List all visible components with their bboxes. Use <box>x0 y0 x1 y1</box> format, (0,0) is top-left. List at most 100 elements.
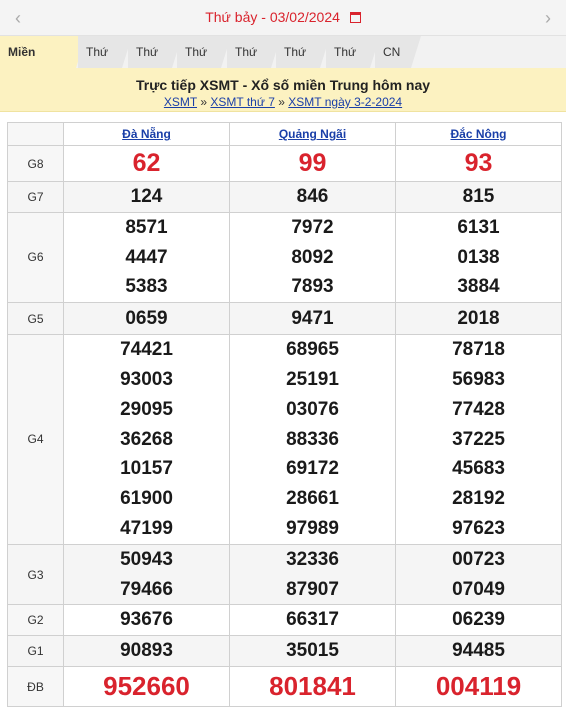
lottery-number: 93 <box>464 148 493 177</box>
breadcrumb-xsmt-thu-7[interactable]: XSMT thứ 7 <box>210 95 275 109</box>
result-cell: 93676 <box>63 604 230 637</box>
lottery-number: 68965 <box>286 339 339 361</box>
lottery-number: 93003 <box>120 368 173 390</box>
chevron-right-icon[interactable]: › <box>538 8 558 28</box>
result-cell: 6131 0138 3884 <box>395 211 562 304</box>
result-cell: 952660 <box>63 666 230 707</box>
lottery-number: 77428 <box>452 398 505 420</box>
prize-row-g6: G6 8571 4447 5383 7972 8092 7893 6131 0138 3884 <box>7 211 562 304</box>
results-table: Đà Nẵng Quảng Ngãi Đắc Nông G8 62 99 93 G7 12… <box>7 122 562 707</box>
lottery-number: 03076 <box>286 398 339 420</box>
prize-row-g1: G1 90893 35015 94485 <box>7 635 562 668</box>
province-link[interactable]: Quảng Ngãi <box>279 127 346 141</box>
tab-thu-3[interactable]: Thứ 3 <box>128 36 182 91</box>
lottery-number: 79466 <box>120 578 173 600</box>
result-cell: 99 <box>229 145 396 182</box>
lottery-number: 07049 <box>452 578 505 600</box>
lottery-number: 801841 <box>269 670 356 701</box>
breadcrumb-separator: » <box>278 95 285 109</box>
lottery-number: 97623 <box>452 517 505 539</box>
province-header-quang-ngai: Quảng Ngãi <box>229 122 396 146</box>
prize-label: G8 <box>7 145 64 182</box>
tab-thu-4[interactable]: Thứ 4 <box>177 36 231 91</box>
lottery-number: 6131 <box>457 216 500 238</box>
lottery-number: 61900 <box>120 488 173 510</box>
lottery-number: 28661 <box>286 488 339 510</box>
lottery-number: 124 <box>130 186 163 207</box>
lottery-number: 815 <box>462 186 495 207</box>
tab-thu-7[interactable]: Thứ 7 <box>326 36 380 91</box>
lottery-number: 87907 <box>286 578 339 600</box>
page-banner: Trực tiếp XSMT - Xổ số miền Trung hôm na… <box>0 68 566 112</box>
lottery-number: 93676 <box>120 609 173 631</box>
lottery-number: 004119 <box>435 670 522 701</box>
lottery-number: 846 <box>296 186 329 207</box>
lottery-number: 0138 <box>457 246 500 268</box>
breadcrumb-xsmt[interactable]: XSMT <box>164 95 197 109</box>
date-display[interactable]: Thứ bảy - 03/02/2024 <box>0 9 566 25</box>
prize-row-g2: G2 93676 66317 06239 <box>7 604 562 637</box>
lottery-number: 94485 <box>452 640 505 662</box>
lottery-number: 5383 <box>125 276 168 298</box>
result-cell: 2018 <box>395 302 562 336</box>
result-cell: 74421 93003 29095 36268 10157 61900 47199 <box>63 334 230 545</box>
lottery-number: 29095 <box>120 398 173 420</box>
lottery-number: 47199 <box>120 517 173 539</box>
prize-row-g3: G3 50943 79466 32336 87907 00723 07049 <box>7 543 562 606</box>
province-header-da-nang: Đà Nẵng <box>63 122 230 146</box>
prize-row-g5: G5 0659 9471 2018 <box>7 302 562 336</box>
result-cell: 7972 8092 7893 <box>229 211 396 304</box>
tab-thu-6[interactable]: Thứ 6 <box>276 36 330 91</box>
prize-row-g8: G8 62 99 93 <box>7 145 562 182</box>
lottery-number: 99 <box>298 148 327 177</box>
result-cell: 66317 <box>229 604 396 637</box>
result-cell: 00723 07049 <box>395 543 562 606</box>
lottery-number: 66317 <box>286 609 339 631</box>
province-link[interactable]: Đà Nẵng <box>122 127 171 141</box>
tab-mien-trung[interactable]: Miền trung <box>0 36 86 91</box>
lottery-number: 97989 <box>286 517 339 539</box>
prize-row-đb: ĐB 952660 801841 004119 <box>7 666 562 707</box>
lottery-number: 0659 <box>125 307 168 329</box>
tab-thu-5[interactable]: Thứ 5 <box>227 36 281 91</box>
lottery-number: 69172 <box>286 458 339 480</box>
lottery-number: 952660 <box>103 670 190 701</box>
prize-label: G2 <box>7 604 64 637</box>
result-cell: 78718 56983 77428 37225 45683 28192 97623 <box>395 334 562 545</box>
lottery-number: 7972 <box>291 216 334 238</box>
lottery-number: 45683 <box>452 458 505 480</box>
province-header-dac-nong: Đắc Nông <box>395 122 562 146</box>
breadcrumb-xsmt-date[interactable]: XSMT ngày 3-2-2024 <box>288 95 402 109</box>
lottery-number: 74421 <box>120 339 173 361</box>
result-cell: 06239 <box>395 604 562 637</box>
lottery-number: 90893 <box>120 640 173 662</box>
date-value: 03/02/2024 <box>269 9 340 25</box>
result-cell: 004119 <box>395 666 562 707</box>
tab-thu-2[interactable]: Thứ 2 <box>78 36 132 91</box>
lottery-number: 78718 <box>452 339 505 361</box>
prize-label: G1 <box>7 635 64 668</box>
prize-label: ĐB <box>7 666 64 707</box>
prize-label: G4 <box>7 334 64 545</box>
lottery-number: 8571 <box>125 216 168 238</box>
lottery-number: 28192 <box>452 488 505 510</box>
day-of-week: Thứ bảy <box>205 9 258 25</box>
prize-row-g7: G7 124 846 815 <box>7 181 562 213</box>
lottery-number: 62 <box>132 148 161 177</box>
date-separator: - <box>261 9 266 25</box>
calendar-icon[interactable] <box>349 12 361 23</box>
result-cell: 35015 <box>229 635 396 668</box>
lottery-number: 8092 <box>291 246 334 268</box>
result-cell: 8571 4447 5383 <box>63 211 230 304</box>
prize-label: G5 <box>7 302 64 336</box>
prize-label: G3 <box>7 543 64 606</box>
result-cell: 90893 <box>63 635 230 668</box>
lottery-number: 36268 <box>120 428 173 450</box>
lottery-number: 3884 <box>457 276 500 298</box>
province-link[interactable]: Đắc Nông <box>450 127 506 141</box>
prize-row-g4: G4 74421 93003 29095 36268 10157 61900 47199 689… <box>7 334 562 545</box>
result-cell: 50943 79466 <box>63 543 230 606</box>
result-cell: 68965 25191 03076 88336 69172 28661 97989 <box>229 334 396 545</box>
tab-chu-nhat[interactable]: CN <box>375 36 421 68</box>
lottery-number: 25191 <box>286 368 339 390</box>
